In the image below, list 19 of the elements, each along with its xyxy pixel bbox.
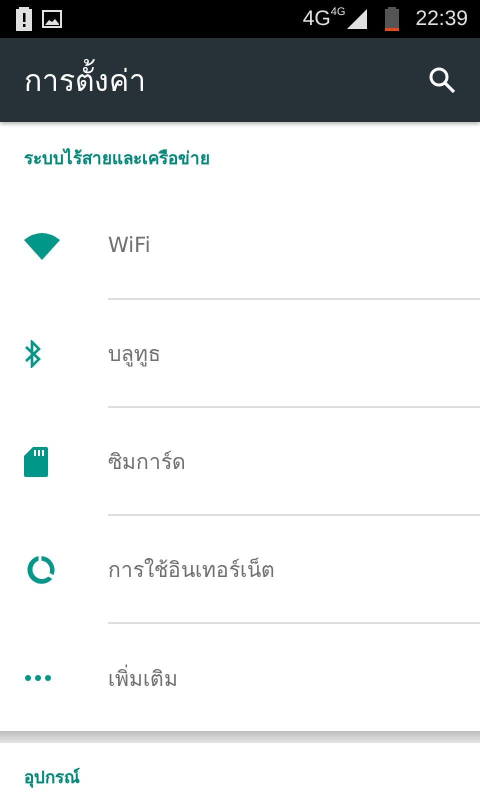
more-icon <box>24 674 52 682</box>
settings-item[interactable]: บลูทูธ <box>108 336 161 370</box>
wifi-icon <box>24 232 60 260</box>
settings-item[interactable]: WiFi <box>108 233 151 257</box>
network-type-small: 4G <box>330 6 346 18</box>
signal-icon <box>347 9 368 29</box>
app-title: การตั้งค่า <box>24 56 426 104</box>
battery-low-icon <box>385 7 400 31</box>
settings-item[interactable]: ซิมการ์ด <box>108 444 186 478</box>
settings-item[interactable]: การใช้อินเทอร์เน็ต <box>108 552 275 586</box>
section-header: อุปกรณ์ <box>24 766 80 790</box>
clock: 22:39 <box>415 7 468 31</box>
sd-card-icon <box>24 447 48 477</box>
battery-alert-icon <box>16 7 32 31</box>
network-type: 4G <box>302 7 331 31</box>
image-icon <box>42 10 62 28</box>
settings-item[interactable]: เพิ่มเติม <box>108 662 178 694</box>
bluetooth-icon <box>24 340 42 368</box>
section-header: ระบบไร้สายและเครือข่าย <box>24 147 210 170</box>
